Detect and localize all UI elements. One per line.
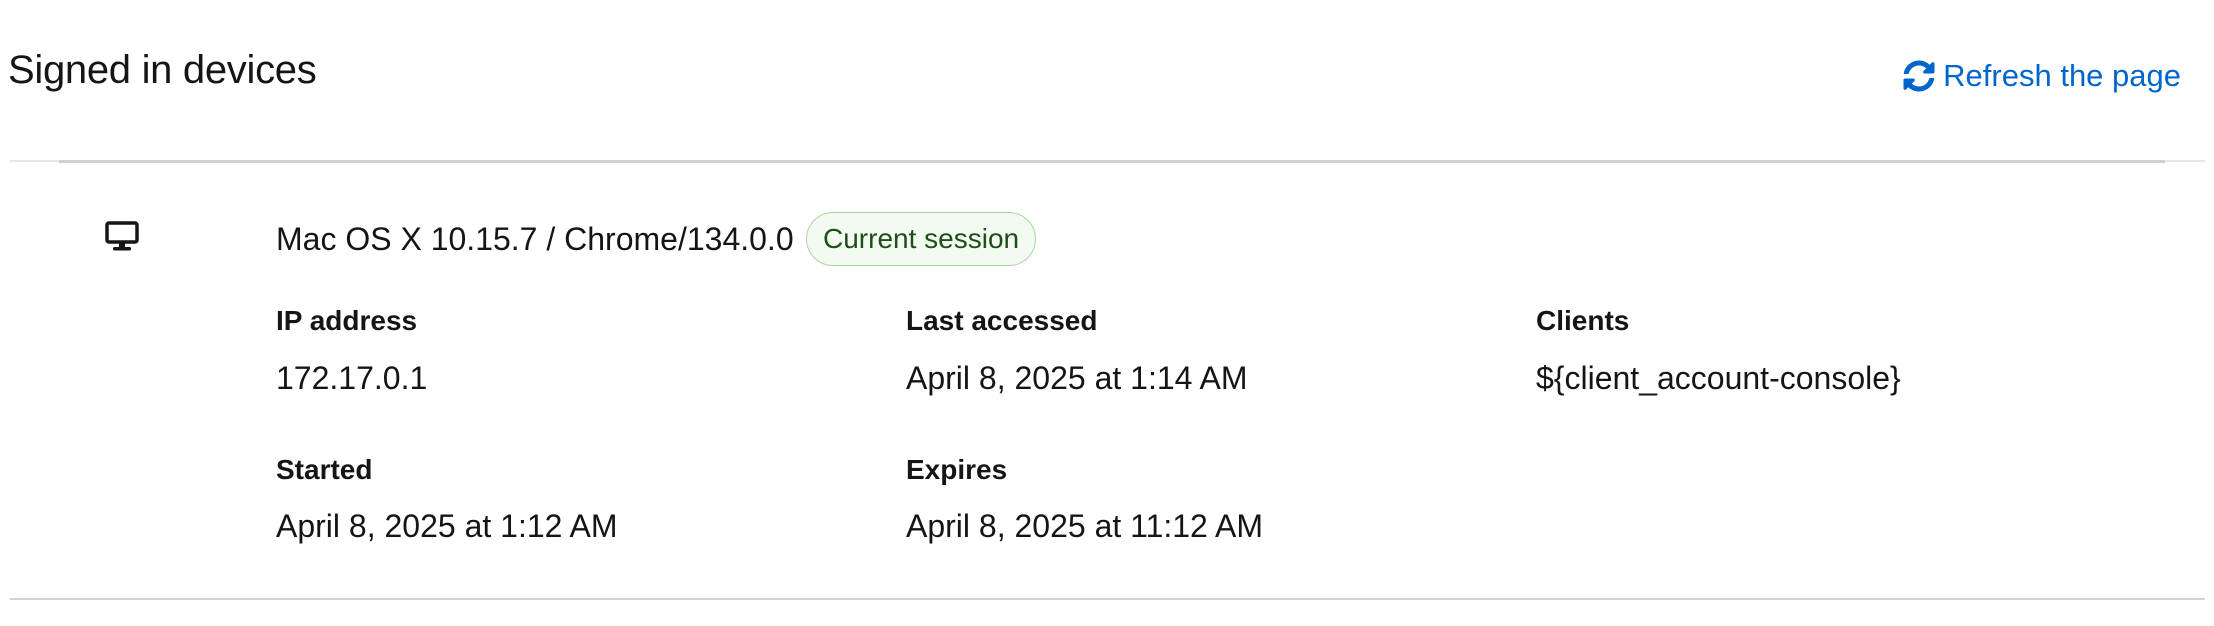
page-title: Signed in devices xyxy=(8,48,317,92)
last-accessed-label: Last accessed xyxy=(906,305,1098,336)
clients-value: ${client_account-console} xyxy=(1536,360,1901,396)
clients-label: Clients xyxy=(1536,305,1630,336)
current-session-badge: Current session xyxy=(806,212,1037,266)
started-value: April 8, 2025 at 1:12 AM xyxy=(276,508,618,544)
ip-address-value: 172.17.0.1 xyxy=(276,360,428,396)
refresh-button[interactable]: Refresh the page xyxy=(1903,54,2181,98)
last-accessed-value: April 8, 2025 at 1:14 AM xyxy=(906,360,1248,396)
ip-address-label: IP address xyxy=(276,305,418,336)
device-list-item: Mac OS X 10.15.7 / Chrome/134.0.0 Curren… xyxy=(0,163,2214,598)
expires-value: April 8, 2025 at 11:12 AM xyxy=(906,508,1263,544)
bottom-divider xyxy=(10,598,2205,600)
page-header: Signed in devices Refresh the page xyxy=(0,0,2214,162)
refresh-label: Refresh the page xyxy=(1943,58,2181,93)
sync-icon xyxy=(1903,60,1935,92)
started-label: Started xyxy=(276,454,373,485)
desktop-icon xyxy=(105,221,139,251)
device-name: Mac OS X 10.15.7 / Chrome/134.0.0 xyxy=(276,221,794,257)
expires-label: Expires xyxy=(906,454,1008,485)
